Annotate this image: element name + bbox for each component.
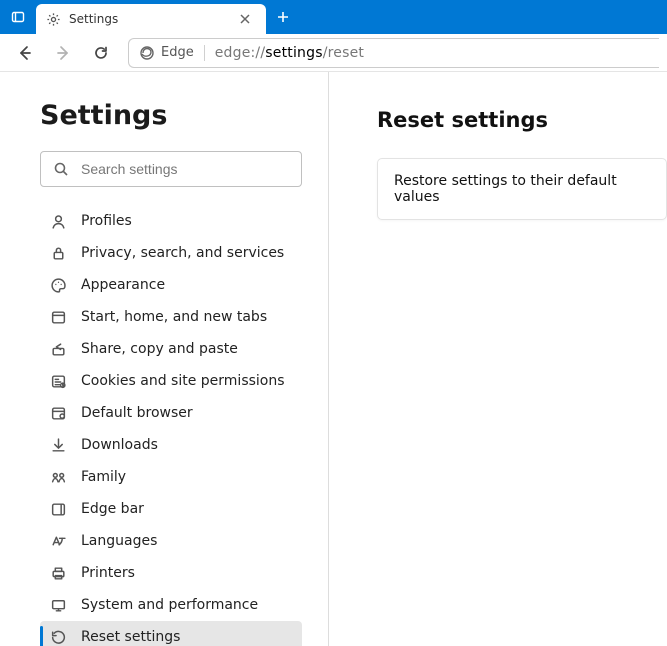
sidebar-item-start[interactable]: Start, home, and new tabs <box>40 301 302 333</box>
sidebar-item-label: Edge bar <box>81 501 144 517</box>
gear-icon <box>46 12 61 27</box>
sidebar-item-privacy[interactable]: Privacy, search, and services <box>40 237 302 269</box>
content-pane: Reset settings Restore settings to their… <box>329 72 667 646</box>
tab-title: Settings <box>69 12 226 26</box>
download-icon <box>50 437 67 454</box>
sidebar-item-label: Share, copy and paste <box>81 341 238 357</box>
profile-icon <box>50 213 67 230</box>
sidebar-item-default-browser[interactable]: Default browser <box>40 397 302 429</box>
family-icon <box>50 469 67 486</box>
browser-tab[interactable]: Settings <box>36 4 266 34</box>
address-bar[interactable]: Edge edge:// settings /reset <box>128 38 659 68</box>
sidebar-item-label: Languages <box>81 533 157 549</box>
url-suffix: /reset <box>323 45 364 61</box>
url-text: edge:// settings /reset <box>215 45 364 61</box>
restore-defaults-button[interactable]: Restore settings to their default values <box>377 158 667 220</box>
cookies-icon <box>50 373 67 390</box>
system-icon <box>50 597 67 614</box>
sidebar-item-family[interactable]: Family <box>40 461 302 493</box>
share-icon <box>50 341 67 358</box>
toolbar: Edge edge:// settings /reset <box>0 34 667 72</box>
palette-icon <box>50 277 67 294</box>
reload-button[interactable] <box>84 38 118 68</box>
plus-icon <box>276 10 290 24</box>
arrow-right-icon <box>55 45 71 61</box>
main-area: Settings Profiles Privacy, search, and s… <box>0 72 667 646</box>
sidebar-item-label: Printers <box>81 565 135 581</box>
settings-sidebar: Settings Profiles Privacy, search, and s… <box>0 72 329 646</box>
site-identity-label: Edge <box>161 45 194 60</box>
url-main: settings <box>265 45 322 61</box>
sidebar-item-label: Reset settings <box>81 629 180 645</box>
sidebar-item-edge-bar[interactable]: Edge bar <box>40 493 302 525</box>
languages-icon <box>50 533 67 550</box>
reset-icon <box>50 629 67 646</box>
restore-defaults-label: Restore settings to their default values <box>394 173 617 205</box>
new-tab-button[interactable] <box>266 0 300 34</box>
sidebar-item-label: Profiles <box>81 213 132 229</box>
window-icon <box>50 309 67 326</box>
sidebar-item-printers[interactable]: Printers <box>40 557 302 589</box>
settings-title: Settings <box>40 100 302 131</box>
close-icon <box>239 13 251 25</box>
tab-actions-button[interactable] <box>0 0 36 34</box>
sidebar-item-label: System and performance <box>81 597 258 613</box>
sidebar-item-system[interactable]: System and performance <box>40 589 302 621</box>
arrow-left-icon <box>17 45 33 61</box>
edge-icon <box>139 45 155 61</box>
reload-icon <box>93 45 109 61</box>
sidebar-item-profiles[interactable]: Profiles <box>40 205 302 237</box>
sidebar-item-label: Family <box>81 469 126 485</box>
forward-button[interactable] <box>46 38 80 68</box>
sidebar-item-downloads[interactable]: Downloads <box>40 429 302 461</box>
sidebar-item-label: Cookies and site permissions <box>81 373 285 389</box>
settings-nav: Profiles Privacy, search, and services A… <box>40 205 302 646</box>
sidebar-item-share[interactable]: Share, copy and paste <box>40 333 302 365</box>
sidebar-item-label: Downloads <box>81 437 158 453</box>
sidebar-item-label: Start, home, and new tabs <box>81 309 267 325</box>
url-prefix: edge:// <box>215 45 266 61</box>
content-title: Reset settings <box>377 108 667 132</box>
sidebar-item-cookies[interactable]: Cookies and site permissions <box>40 365 302 397</box>
back-button[interactable] <box>8 38 42 68</box>
search-settings-field[interactable] <box>40 151 302 187</box>
search-settings-input[interactable] <box>81 161 289 177</box>
browser-icon <box>50 405 67 422</box>
sidebar-item-label: Default browser <box>81 405 193 421</box>
sidebar-item-label: Appearance <box>81 277 165 293</box>
sidebar-item-reset-settings[interactable]: Reset settings <box>40 621 302 646</box>
sidebar-item-label: Privacy, search, and services <box>81 245 284 261</box>
printer-icon <box>50 565 67 582</box>
sidebar-item-appearance[interactable]: Appearance <box>40 269 302 301</box>
site-identity[interactable]: Edge <box>139 45 205 61</box>
edge-bar-icon <box>50 501 67 518</box>
sidebar-item-languages[interactable]: Languages <box>40 525 302 557</box>
search-icon <box>53 161 69 177</box>
lock-icon <box>50 245 67 262</box>
tab-close-button[interactable] <box>234 8 256 30</box>
title-bar: Settings <box>0 0 667 34</box>
